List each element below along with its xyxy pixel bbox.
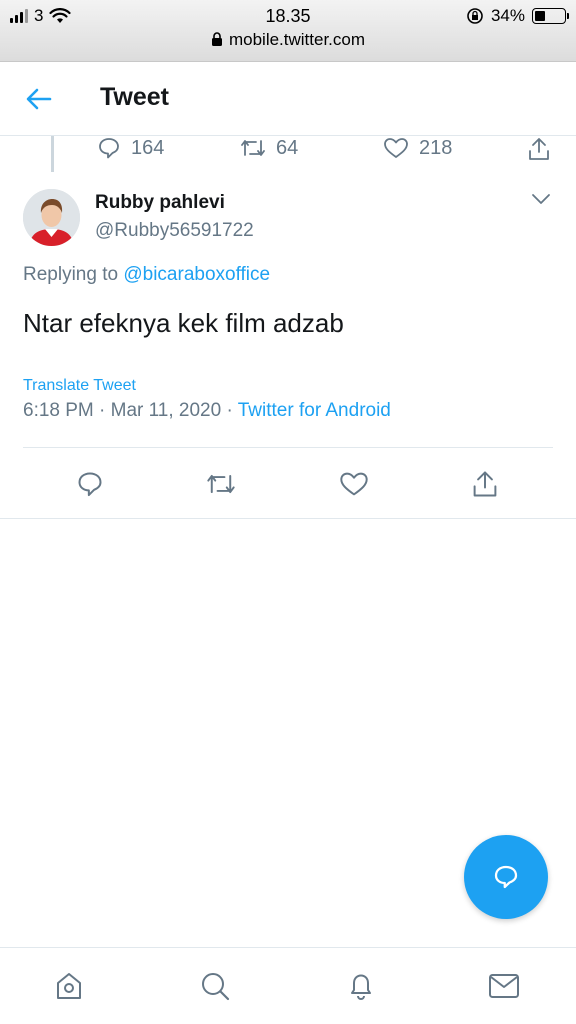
compose-reply-button[interactable] bbox=[464, 835, 548, 919]
author-name[interactable]: Rubby pahlevi bbox=[95, 192, 225, 214]
retweet-count: 64 bbox=[276, 136, 299, 159]
author-handle[interactable]: @Rubby56591722 bbox=[95, 220, 254, 242]
battery-percent: 34% bbox=[490, 6, 525, 25]
reply-count: 164 bbox=[131, 136, 165, 159]
divider bbox=[23, 447, 553, 448]
parent-reply-button[interactable]: 164 bbox=[97, 136, 164, 160]
page-title: Tweet bbox=[100, 83, 169, 111]
avatar[interactable] bbox=[23, 189, 80, 246]
nav-notifications[interactable] bbox=[341, 966, 381, 1006]
bottom-nav bbox=[0, 947, 576, 1024]
like-button[interactable] bbox=[334, 464, 374, 504]
parent-like-button[interactable]: 218 bbox=[383, 136, 452, 160]
replying-to: Replying to @bicaraboxoffice bbox=[23, 264, 270, 286]
page-header: Tweet bbox=[0, 62, 576, 136]
avatar-image bbox=[23, 189, 80, 246]
back-button[interactable] bbox=[22, 82, 56, 116]
nav-home[interactable] bbox=[49, 966, 89, 1006]
tweet-source[interactable]: Twitter for Android bbox=[238, 400, 391, 421]
tweet-actions bbox=[0, 464, 576, 508]
parent-tweet-actions: 164 64 218 bbox=[0, 134, 576, 164]
tweet-text: Ntar efeknya kek film adzab bbox=[23, 308, 344, 338]
tweet-metadata: 6:18 PM · Mar 11, 2020 · Twitter for And… bbox=[23, 400, 391, 422]
divider bbox=[0, 518, 576, 519]
reply-icon bbox=[494, 865, 518, 889]
url-text: mobile.twitter.com bbox=[228, 30, 366, 49]
retweet-button[interactable] bbox=[201, 464, 241, 504]
notifications-icon bbox=[351, 974, 371, 1000]
tweet-menu-button[interactable] bbox=[530, 192, 552, 211]
reply-icon bbox=[78, 472, 102, 497]
like-icon bbox=[340, 472, 368, 496]
share-icon bbox=[473, 471, 497, 497]
share-button[interactable] bbox=[465, 464, 505, 504]
arrow-left-icon bbox=[26, 88, 52, 110]
parent-retweet-button[interactable]: 64 bbox=[240, 136, 298, 160]
replying-to-link[interactable]: @bicaraboxoffice bbox=[123, 264, 270, 285]
like-count: 218 bbox=[419, 136, 453, 159]
tweet-timestamp[interactable]: 6:18 PM · Mar 11, 2020 · bbox=[23, 400, 233, 421]
retweet-icon bbox=[207, 474, 235, 494]
lock-icon bbox=[211, 32, 222, 46]
status-bar: 3 18.35 34% mobile.twitter.com bbox=[0, 0, 576, 62]
nav-messages[interactable] bbox=[484, 966, 524, 1006]
nav-search[interactable] bbox=[195, 966, 235, 1006]
reply-icon bbox=[99, 138, 119, 159]
battery-info: 34% bbox=[466, 6, 569, 26]
orientation-lock-icon bbox=[467, 8, 483, 24]
like-icon bbox=[384, 138, 408, 158]
replying-prefix: Replying to bbox=[23, 264, 119, 285]
parent-share-button[interactable] bbox=[527, 136, 551, 162]
translate-tweet-link[interactable]: Translate Tweet bbox=[23, 377, 136, 395]
reply-button[interactable] bbox=[70, 464, 110, 504]
chevron-down-icon bbox=[532, 194, 550, 204]
retweet-icon bbox=[241, 140, 265, 156]
battery-icon bbox=[532, 8, 569, 24]
messages-icon bbox=[489, 974, 519, 998]
address-bar[interactable]: mobile.twitter.com bbox=[0, 30, 576, 50]
search-icon bbox=[202, 973, 230, 1001]
share-icon bbox=[529, 138, 549, 160]
home-icon bbox=[57, 973, 81, 999]
